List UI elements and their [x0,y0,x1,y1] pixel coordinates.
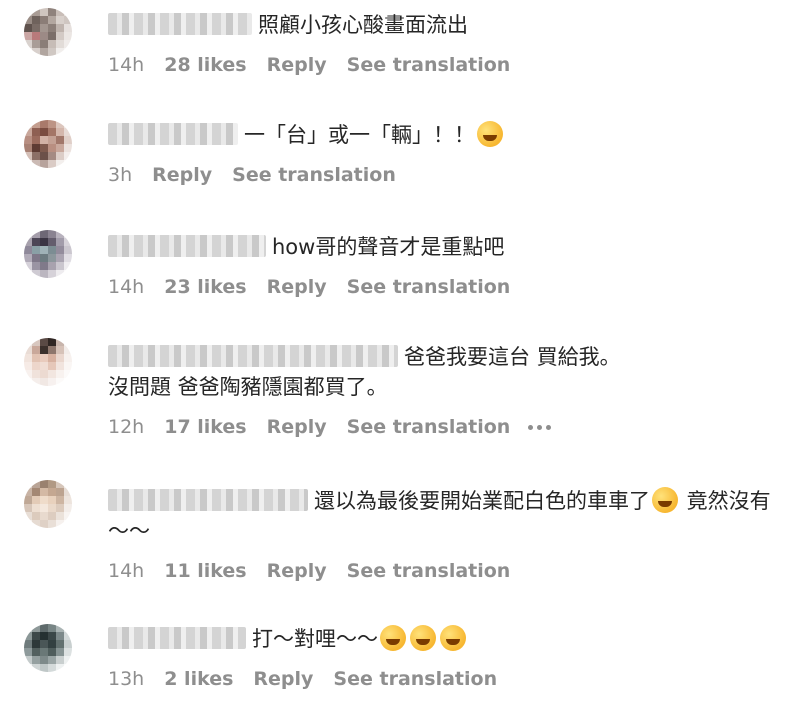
likes-count[interactable]: 2 likes [164,668,233,690]
comment-text: 還以為最後要開始業配白色的車車了 [314,489,650,513]
comment-time[interactable]: 14h [108,560,144,582]
comment-time[interactable]: 3h [108,164,132,186]
avatar[interactable] [24,230,72,278]
reply-button[interactable]: Reply [267,54,327,76]
joy-emoji-icon [380,625,406,651]
comment-text: 打～對哩～～ [252,627,378,651]
comment-text: 一「台」或一「輛」！！ [244,123,475,147]
avatar[interactable] [24,480,72,528]
comment-time[interactable]: 13h [108,668,144,690]
rofl-emoji-icon [652,487,678,513]
see-translation-button[interactable]: See translation [232,164,396,186]
comment-text: how哥的聲音才是重點吧 [272,235,505,259]
comment-text: 照顧小孩心酸畫面流出 [258,13,468,37]
more-options-icon[interactable] [528,424,552,430]
reply-button[interactable]: Reply [267,416,327,438]
rofl-emoji-icon [477,121,503,147]
comment-time[interactable]: 14h [108,54,144,76]
avatar[interactable] [24,338,72,386]
likes-count[interactable]: 17 likes [164,416,246,438]
joy-emoji-icon [440,625,466,651]
comment-time[interactable]: 14h [108,276,144,298]
username-blurred[interactable] [108,123,238,145]
avatar[interactable] [24,8,72,56]
username-blurred[interactable] [108,235,266,257]
see-translation-button[interactable]: See translation [347,416,511,438]
username-blurred[interactable] [108,489,308,511]
likes-count[interactable]: 23 likes [164,276,246,298]
reply-button[interactable]: Reply [267,560,327,582]
likes-count[interactable]: 11 likes [164,560,246,582]
see-translation-button[interactable]: See translation [347,276,511,298]
see-translation-button[interactable]: See translation [347,54,511,76]
reply-button[interactable]: Reply [253,668,313,690]
username-blurred[interactable] [108,627,246,649]
reply-button[interactable]: Reply [152,164,212,186]
comment-time[interactable]: 12h [108,416,144,438]
avatar[interactable] [24,120,72,168]
username-blurred[interactable] [108,13,252,35]
reply-button[interactable]: Reply [267,276,327,298]
avatar[interactable] [24,624,72,672]
see-translation-button[interactable]: See translation [347,560,511,582]
joy-emoji-icon [410,625,436,651]
see-translation-button[interactable]: See translation [333,668,497,690]
username-blurred[interactable] [108,345,398,367]
likes-count[interactable]: 28 likes [164,54,246,76]
